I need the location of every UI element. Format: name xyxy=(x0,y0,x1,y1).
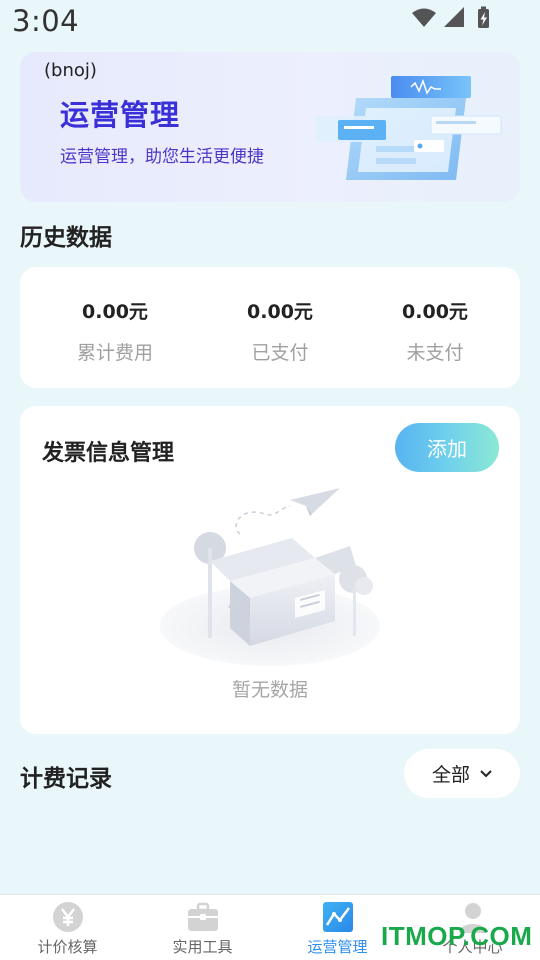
battery-charging-icon xyxy=(478,6,489,28)
stat-label: 累计费用 xyxy=(76,342,153,364)
billing-section-title: 计费记录 xyxy=(20,766,112,792)
history-stats-card: 0.00元 累计费用 0.00元 已支付 0.00元 未支付 xyxy=(20,267,520,388)
history-section-title: 历史数据 xyxy=(20,225,112,251)
watermark-logo: ITMOP.COM xyxy=(381,921,533,951)
chevron-down-icon xyxy=(480,769,492,777)
stat-value: 0.00元 xyxy=(402,301,468,323)
banner: (bnoj) 运营管理 运营管理，助您生活更便捷 xyxy=(20,52,520,202)
invoice-card: 发票信息管理 添加 暂无数据 xyxy=(20,406,520,734)
invoice-title: 发票信息管理 xyxy=(42,441,175,466)
wifi-icon xyxy=(412,8,436,27)
banner-tag: (bnoj) xyxy=(44,60,97,81)
empty-state-text: 暂无数据 xyxy=(231,679,308,701)
banner-title: 运营管理 xyxy=(60,98,181,132)
tab-tools[interactable]: 实用工具 xyxy=(135,895,270,960)
empty-box-illustration xyxy=(160,488,380,666)
filter-label: 全部 xyxy=(431,764,470,786)
tab-label: 计价核算 xyxy=(37,938,98,956)
yen-coin-icon xyxy=(52,902,83,932)
banner-illustration xyxy=(316,76,502,180)
status-icons xyxy=(410,6,500,30)
billing-filter-dropdown[interactable]: 全部 xyxy=(404,749,520,798)
trend-chart-icon xyxy=(322,902,353,932)
stat-value: 0.00元 xyxy=(247,301,313,323)
cellular-signal-icon xyxy=(444,7,464,27)
add-invoice-button[interactable]: 添加 xyxy=(395,423,499,472)
stat-value: 0.00元 xyxy=(82,301,148,323)
stat-label: 已支付 xyxy=(251,342,309,364)
status-bar: 3:04 xyxy=(0,0,540,44)
status-time: 3:04 xyxy=(12,4,80,38)
tab-label: 实用工具 xyxy=(172,938,233,956)
stat-label: 未支付 xyxy=(406,342,464,364)
banner-subtitle: 运营管理，助您生活更便捷 xyxy=(60,147,264,167)
tab-pricing[interactable]: 计价核算 xyxy=(0,895,135,960)
toolbox-icon xyxy=(187,902,218,931)
